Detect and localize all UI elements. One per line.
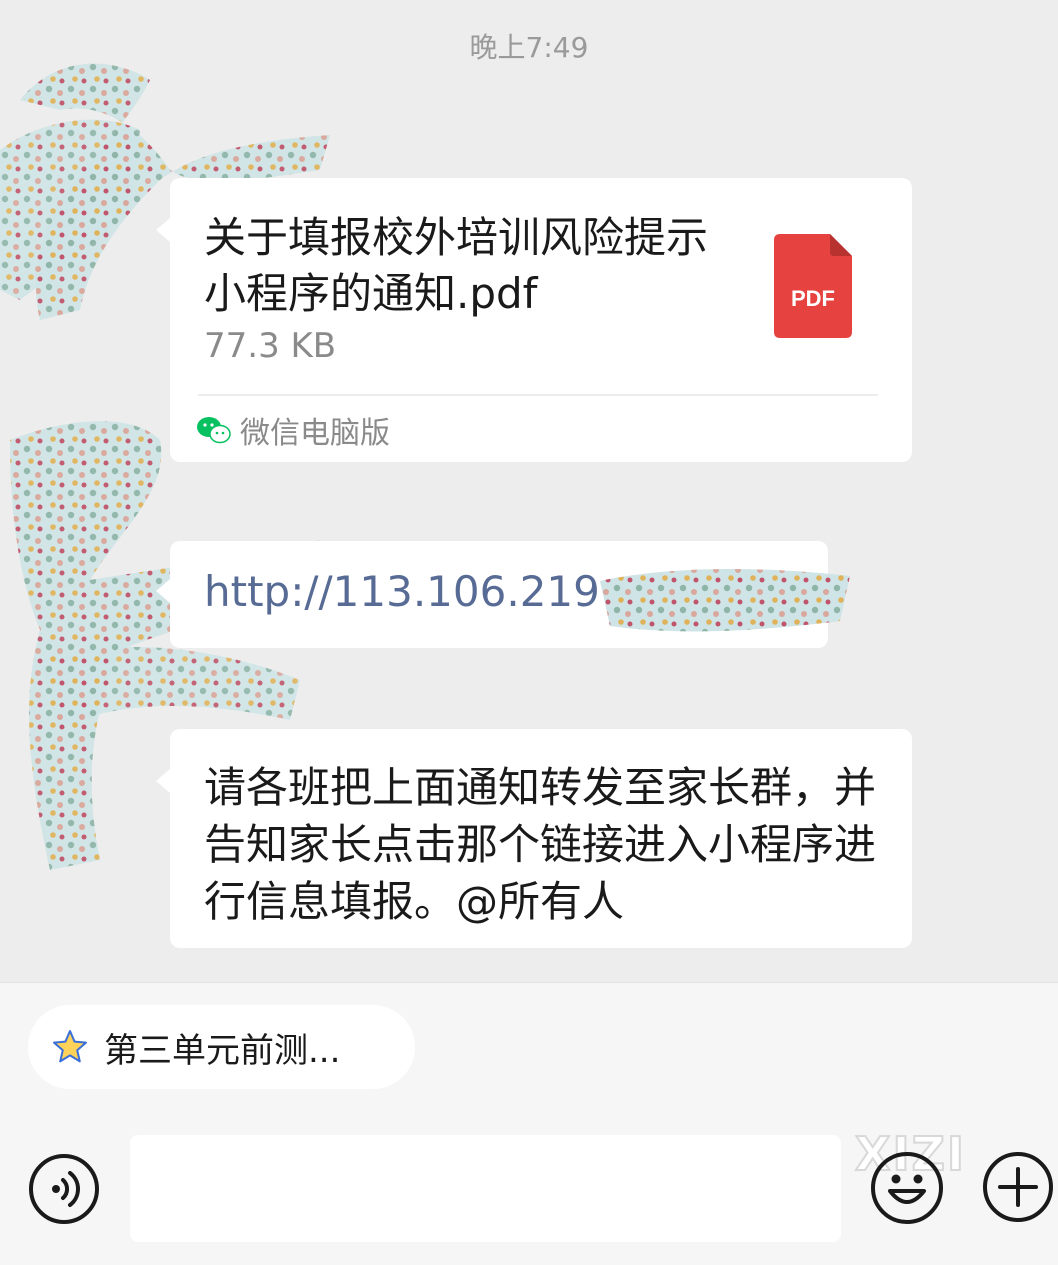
quick-reply-label: 第三单元前测... — [104, 1030, 341, 1071]
pdf-icon: PDF — [774, 234, 852, 338]
file-source: 微信电脑版 — [196, 408, 390, 452]
file-message-bubble[interactable]: 关于填报校外培训风险提示小程序的通知.pdf 77.3 KB PDF 微信电脑版 — [156, 178, 912, 462]
text-message-bubble[interactable]: 请各班把上面通知转发至家长群，并告知家长点击那个链接进入小程序进行信息填报。@所… — [156, 729, 912, 948]
file-divider — [198, 394, 878, 396]
pdf-icon-label: PDF — [791, 286, 835, 311]
redacted-link-scribble — [600, 569, 850, 632]
wechat-icon — [197, 417, 231, 444]
chat-area: 晚上7:49 关于填报校外培训风险提示小程序的通知.pdf 77.3 KB PD… — [0, 0, 1058, 982]
link-text[interactable]: http://113.106.219 — [204, 567, 600, 616]
emoji-icon[interactable] — [870, 1151, 944, 1225]
star-icon — [53, 1030, 87, 1063]
file-source-label: 微信电脑版 — [240, 416, 390, 451]
file-title: 关于填报校外培训风险提示小程序的通知.pdf — [204, 213, 709, 318]
bottom-panel: 第三单元前测... XIZI — [0, 982, 1058, 1265]
message-input[interactable] — [130, 1135, 841, 1242]
quick-reply-chip[interactable]: 第三单元前测... — [28, 1005, 415, 1089]
link-message-bubble[interactable]: http://113.106.219 — [156, 541, 850, 648]
message-text: 请各班把上面通知转发至家长群，并告知家长点击那个链接进入小程序进行信息填报。@所… — [204, 763, 877, 926]
plus-icon[interactable] — [982, 1151, 1054, 1223]
file-size: 77.3 KB — [204, 326, 337, 366]
voice-icon[interactable] — [28, 1153, 100, 1225]
